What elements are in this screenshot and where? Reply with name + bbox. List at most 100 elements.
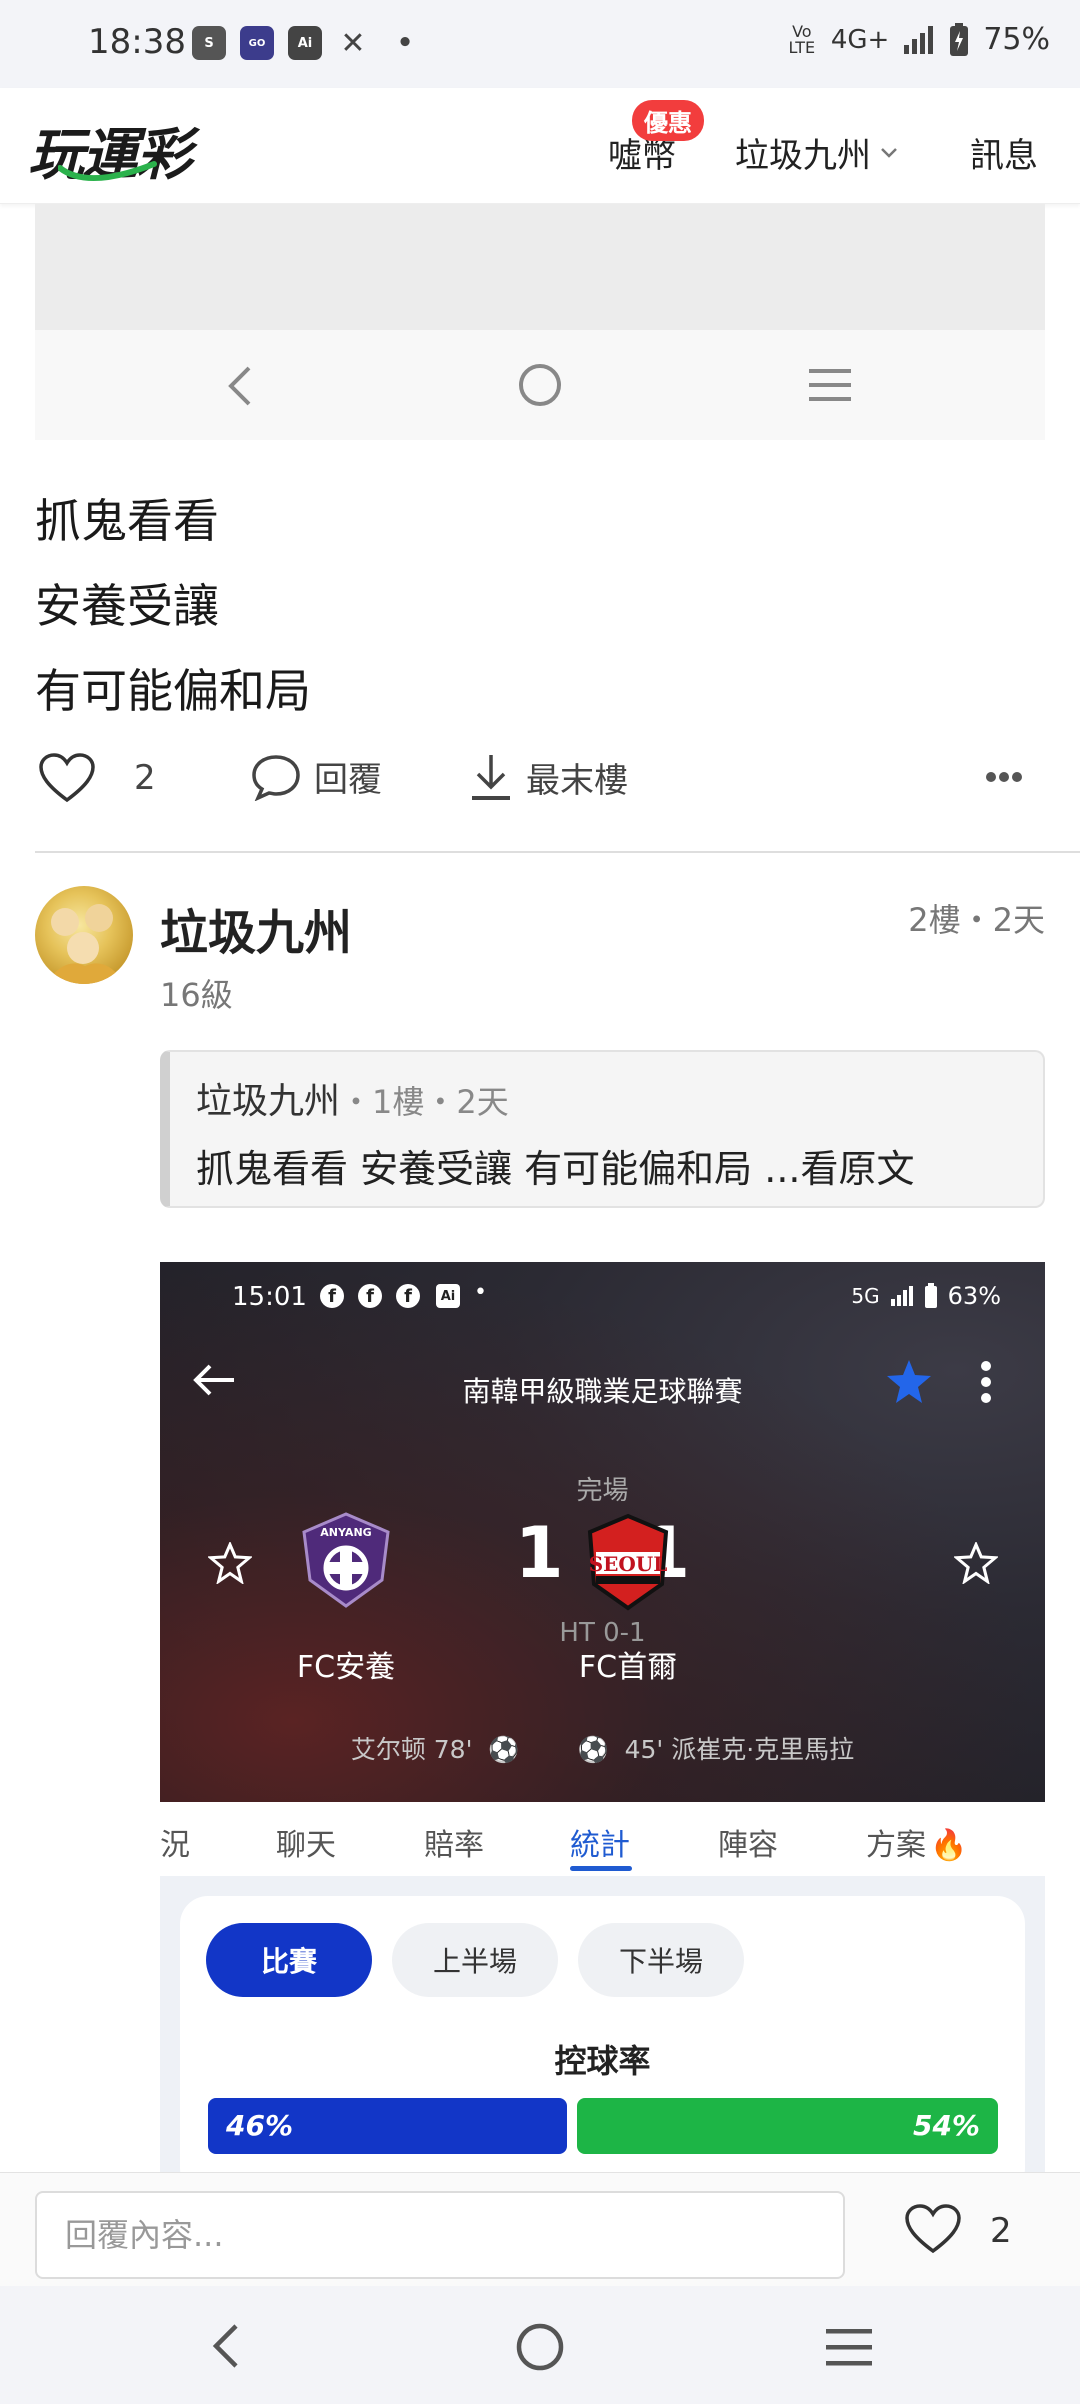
chevron-down-icon (881, 147, 897, 158)
screenshot-status-right: 5G 63% (851, 1282, 1001, 1310)
status-bar: 18:38 S GO Ai ✕ • Vo LTE 4G+ 75% (0, 0, 1080, 88)
quote-user: 垃圾九州 (196, 1081, 341, 1122)
happy-go-icon: GO (240, 26, 274, 60)
away-scorer: 45' 派崔克·克里馬拉 (624, 1735, 855, 1764)
quote-block[interactable]: 垃圾九州・1樓・2天 抓鬼看看 安養受讓 有可能偏和局 ...看原文 (160, 1050, 1045, 1208)
period-first-half-button[interactable]: 上半場 (392, 1923, 558, 1997)
post-line: 有可能偏和局 (35, 664, 311, 718)
home-scorer: 艾尔顿 78' (350, 1735, 473, 1764)
star-outline-icon (954, 1542, 998, 1584)
shopee-icon: S (192, 26, 226, 60)
quote-header: 垃圾九州・1樓・2天 (196, 1072, 509, 1124)
nav-user-menu[interactable]: 垃圾九州 (735, 128, 899, 177)
screenshot-network: 5G (851, 1284, 880, 1308)
reply-input[interactable] (35, 2191, 845, 2279)
tab-stats[interactable]: 統計 (570, 1820, 630, 1864)
more-icon (986, 772, 1022, 782)
x-icon: ✕ (340, 25, 366, 61)
dot-icon: • (396, 28, 414, 58)
embedded-image-top (35, 204, 1045, 330)
tab-lineup[interactable]: 陣容 (718, 1820, 778, 1864)
possession-home-bar: 46% (208, 2098, 567, 2154)
system-nav-bar (0, 2286, 1080, 2404)
quote-meta: ・1樓・2天 (340, 1083, 509, 1121)
period-match-button[interactable]: 比賽 (206, 1923, 372, 1997)
seoul-logo: SEOUL (578, 1512, 678, 1612)
dot-icon: • (474, 1280, 487, 1305)
recent-apps-icon[interactable] (824, 2326, 874, 2368)
heart-icon (39, 753, 95, 803)
nav-user-label: 垃圾九州 (735, 136, 871, 176)
ai-icon: Ai (436, 1284, 460, 1308)
away-team-name: FC首爾 (578, 1650, 678, 1685)
reply-bar-like-count: 2 (990, 2211, 1012, 2251)
facebook-icon: f (320, 1284, 344, 1308)
battery-icon (949, 22, 969, 57)
tab-chat[interactable]: 聊天 (276, 1820, 336, 1864)
tab-overview[interactable]: 況 (160, 1820, 190, 1864)
battery-icon (924, 1283, 937, 1308)
volte-icon: Vo LTE (788, 21, 816, 57)
network-label: 4G+ (830, 24, 890, 55)
nav-messages[interactable]: 訊息 (970, 128, 1038, 177)
post-line: 安養受讓 (35, 579, 219, 633)
logo-swoosh-icon (58, 161, 157, 182)
facebook-icon: f (396, 1284, 420, 1308)
fire-icon: 🔥 (930, 1828, 968, 1863)
anyang-logo: ANYANG (296, 1510, 396, 1610)
star-filled-icon (887, 1360, 931, 1403)
home-icon (519, 364, 561, 406)
reply-username[interactable]: 垃圾九州 (160, 893, 352, 963)
home-icon[interactable] (515, 2322, 565, 2372)
scorers-row: 艾尔顿 78' ⚽ ⚽ 45' 派崔克·克里馬拉 (160, 1730, 1045, 1766)
star-outline-icon (208, 1542, 252, 1584)
post-line: 抓鬼看看 (35, 494, 219, 548)
divider (35, 851, 1080, 853)
status-time: 18:38 (88, 22, 186, 62)
match-tabs: 況 聊天 賠率 統計 陣容 方案 🔥 (160, 1802, 1045, 1876)
home-team-name: FC安養 (296, 1650, 396, 1685)
back-icon (228, 366, 251, 406)
stat-possession-label: 控球率 (554, 2042, 651, 2080)
anyang-logo-text: ANYANG (320, 1526, 372, 1539)
ball-icon: ⚽ (577, 1735, 609, 1764)
period-second-half-button[interactable]: 下半場 (578, 1923, 744, 1997)
more-options-button[interactable] (985, 770, 1023, 784)
back-icon[interactable] (210, 2322, 242, 2370)
signal-icon (890, 1286, 913, 1306)
embedded-match-screenshot: 15:01 f f f Ai • 5G 63% 南韓甲級職業足球聯賽 完場 1 … (160, 1262, 1045, 1802)
avatar[interactable] (35, 886, 133, 984)
reply-bar: 2 (0, 2172, 1080, 2286)
last-floor-button[interactable]: 最末樓 (470, 752, 628, 802)
promo-badge: 優惠 (632, 100, 704, 141)
tab-tips[interactable]: 方案 🔥 (866, 1820, 967, 1864)
tab-odds[interactable]: 賠率 (424, 1820, 484, 1864)
quote-text: 抓鬼看看 安養受讓 有可能偏和局 ...看原文 (196, 1147, 915, 1191)
reply-user-level: 16級 (160, 976, 233, 1014)
nav-coin-label: 噓幣 (608, 136, 676, 176)
match-state: 完場 (576, 1476, 629, 1506)
reply-label: 回覆 (314, 760, 382, 800)
facebook-icon: f (358, 1284, 382, 1308)
like-count: 2 (134, 758, 156, 798)
reply-floor-time: 2樓・2天 (908, 901, 1045, 939)
seoul-logo-text: SEOUL (588, 1552, 668, 1576)
tab-tips-label: 方案 (866, 1828, 926, 1863)
screenshot-battery: 63% (947, 1282, 1001, 1310)
comment-icon (252, 754, 300, 801)
ai-icon: Ai (288, 26, 322, 60)
reply-button[interactable]: 回覆 (250, 752, 382, 801)
like-button[interactable]: 2 (38, 752, 156, 804)
download-icon (472, 755, 510, 800)
ball-icon: ⚽ (488, 1735, 520, 1764)
status-right: Vo LTE 4G+ 75% (787, 22, 1050, 57)
last-floor-label: 最末樓 (526, 760, 628, 801)
app-header: 玩運彩 噓幣 優惠 垃圾九州 訊息 (0, 88, 1080, 204)
signal-icon (903, 25, 935, 55)
screenshot-status-time: 15:01 (232, 1282, 307, 1312)
possession-away-bar: 54% (577, 2098, 998, 2154)
embedded-nav-strip (35, 330, 1045, 440)
menu-icon (809, 369, 851, 401)
heart-icon[interactable] (904, 2203, 962, 2255)
more-vertical-icon (981, 1361, 991, 1403)
